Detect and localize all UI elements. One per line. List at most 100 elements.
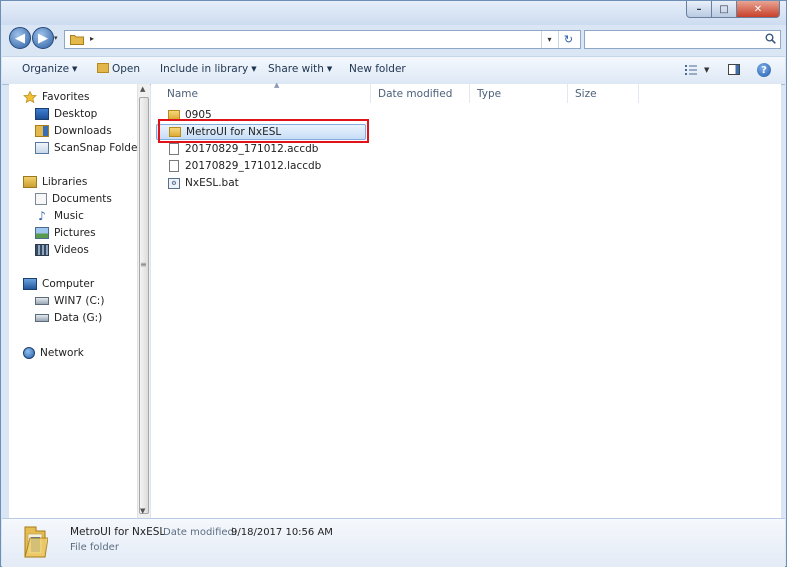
address-dropdown-button[interactable]: ▾ (541, 31, 557, 48)
drive-icon (35, 297, 49, 305)
sidebar-item-label: Music (54, 210, 84, 222)
column-header-type[interactable]: Type (471, 84, 568, 103)
minimize-button[interactable]: – (686, 1, 712, 18)
sidebar-item-music[interactable]: ♪ Music (35, 210, 84, 222)
search-input[interactable] (584, 30, 781, 49)
sidebar-item-videos[interactable]: Videos (35, 244, 89, 256)
sidebar-item-label: Computer (42, 278, 95, 290)
address-bar[interactable]: ▸ ▾ ↻ (64, 30, 581, 49)
pictures-icon (35, 227, 49, 239)
column-label: Date modified (378, 87, 453, 100)
scrollbar-thumb[interactable] (139, 97, 149, 514)
drive-icon (35, 314, 49, 322)
organize-menu[interactable]: Organize ▼ (22, 63, 77, 75)
sidebar-item-win7-drive[interactable]: WIN7 (C:) (35, 295, 104, 307)
details-file-name: MetroUI for NxESL (70, 526, 166, 538)
file-name: 20170829_171012.accdb (185, 143, 319, 155)
chevron-down-icon: ▼ (251, 65, 257, 73)
change-view-icon[interactable] (685, 65, 697, 75)
sidebar-item-data-drive[interactable]: Data (G:) (35, 312, 102, 324)
computer-icon (23, 278, 37, 290)
view-options-dropdown[interactable]: ▼ (704, 66, 709, 74)
new-folder-button[interactable]: New folder (349, 63, 406, 75)
grip-icon: ≡ (140, 260, 147, 269)
file-list: Name ▲ Date modified Type Size 0905 Metr… (151, 81, 781, 518)
open-label: Open (112, 63, 141, 75)
music-icon: ♪ (38, 209, 46, 223)
path-separator-icon[interactable]: ▸ (90, 34, 94, 43)
sidebar-item-documents[interactable]: Documents (35, 193, 112, 205)
sidebar-item-pictures[interactable]: Pictures (35, 227, 96, 239)
maximize-button[interactable]: □ (712, 1, 737, 18)
sort-ascending-icon: ▲ (274, 81, 280, 89)
selection-highlight-box (158, 119, 369, 143)
sidebar-item-downloads[interactable]: Downloads (35, 125, 112, 137)
forward-arrow-icon: ▶ (38, 30, 48, 46)
refresh-icon: ↻ (563, 33, 574, 46)
recent-pages-dropdown[interactable]: ▾ (54, 34, 58, 42)
title-bar: – □ ✕ (1, 1, 786, 25)
folder-large-icon (24, 526, 48, 558)
navigation-pane: Favorites Desktop Downloads ScanSnap Fol… (9, 84, 150, 518)
open-folder-icon (97, 63, 109, 73)
sidebar-item-label: Pictures (54, 227, 96, 239)
chevron-down-icon: ▾ (547, 35, 552, 44)
sidebar-item-label: WIN7 (C:) (54, 295, 105, 307)
file-name: 20170829_171012.laccdb (185, 160, 322, 172)
navigation-scrollbar[interactable]: ▲ ≡ ▼ (137, 84, 150, 518)
new-folder-label: New folder (349, 63, 406, 75)
details-date-label: Date modified: (163, 527, 238, 538)
scansnap-folder-icon (35, 142, 49, 154)
sidebar-item-scansnap-folder[interactable]: ScanSnap Folder (35, 142, 142, 154)
sidebar-item-favorites[interactable]: Favorites (23, 91, 89, 103)
details-pane: MetroUI for NxESL Date modified: 9/18/20… (2, 518, 785, 567)
sidebar-item-label: Libraries (42, 176, 88, 188)
column-header-name[interactable]: Name ▲ (161, 81, 371, 103)
chevron-down-icon: ▼ (72, 65, 78, 73)
column-label: Type (477, 87, 502, 100)
sidebar-item-libraries[interactable]: Libraries (23, 176, 87, 188)
column-label: Size (575, 87, 597, 100)
sidebar-item-label: ScanSnap Folder (54, 142, 142, 154)
document-icon (169, 143, 179, 155)
scroll-down-icon[interactable]: ▼ (140, 507, 145, 515)
search-icon[interactable] (765, 33, 776, 44)
maximize-icon: □ (719, 3, 729, 15)
chevron-down-icon: ▼ (326, 65, 333, 73)
include-in-library-menu[interactable]: Include in library ▼ (160, 63, 257, 75)
sidebar-item-label: Desktop (54, 108, 98, 120)
videos-icon (35, 244, 49, 256)
file-name: NxESL.bat (185, 177, 239, 189)
forward-button[interactable]: ▶ (32, 27, 54, 49)
minimize-icon: – (696, 3, 702, 15)
open-button[interactable]: Open (97, 63, 140, 75)
help-button[interactable]: ? (757, 63, 771, 77)
back-button[interactable]: ◀ (9, 27, 31, 49)
sidebar-item-label: Network (40, 347, 84, 359)
sidebar-item-desktop[interactable]: Desktop (35, 108, 97, 120)
scroll-up-icon[interactable]: ▲ (140, 85, 145, 93)
folder-icon (70, 35, 84, 45)
sidebar-item-label: Favorites (42, 91, 90, 103)
refresh-button[interactable]: ↻ (558, 31, 578, 48)
file-row-nxesl-bat[interactable]: ⚙ NxESL.bat (156, 175, 366, 191)
column-label: Name (167, 87, 198, 100)
include-in-library-label: Include in library (160, 63, 249, 75)
share-with-menu[interactable]: Share with ▼ (268, 63, 332, 75)
sidebar-item-computer[interactable]: Computer (23, 278, 94, 290)
network-icon (23, 347, 35, 359)
sidebar-item-label: Data (G:) (54, 312, 103, 324)
sidebar-item-label: Videos (54, 244, 89, 256)
file-row-laccdb[interactable]: 20170829_171012.laccdb (156, 158, 366, 174)
sidebar-item-network[interactable]: Network (23, 347, 84, 359)
file-row-accdb[interactable]: 20170829_171012.accdb (156, 141, 366, 157)
downloads-icon (35, 125, 49, 137)
column-header-size[interactable]: Size (569, 84, 639, 103)
close-button[interactable]: ✕ (737, 1, 780, 18)
batch-file-icon: ⚙ (168, 177, 180, 189)
column-header-date-modified[interactable]: Date modified (372, 84, 470, 103)
preview-pane-icon[interactable] (728, 64, 740, 75)
favorites-star-icon (23, 91, 37, 103)
details-date-value: 9/18/2017 10:56 AM (231, 527, 333, 538)
share-with-label: Share with (268, 63, 324, 75)
